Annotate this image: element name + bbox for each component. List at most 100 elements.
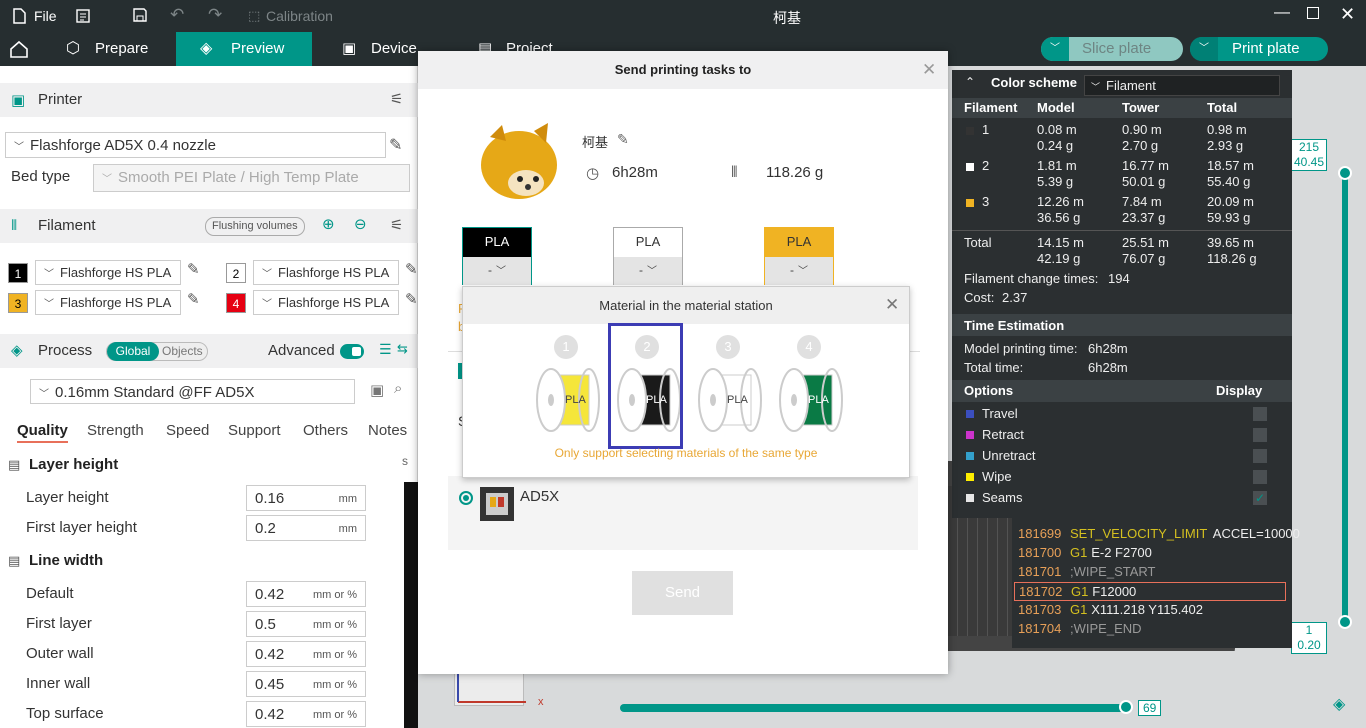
setting-input[interactable]: 0.5 mm or % [246,611,366,637]
setting-label: First layer [26,615,92,632]
setting-unit: mm or % [313,619,357,631]
process-preset-select[interactable]: ﹀ 0.16mm Standard @FF AD5X [30,379,355,404]
setting-input[interactable]: 0.45 mm or % [246,671,366,697]
dialog-filament-3[interactable]: PLA - ﹀ [764,227,834,285]
global-option[interactable]: Global [107,342,159,361]
undo-icon[interactable]: ↶ [170,5,184,25]
flushing-volumes-button[interactable]: Flushing volumes [205,217,305,236]
objects-option[interactable]: Objects [162,343,203,360]
clock-icon: ◷ [586,165,600,182]
save-icon[interactable] [132,7,148,23]
gcode-line: 181702 G1 F12000 [1014,582,1286,601]
legend-total-cell: 20.09 m 59.93 g [1207,194,1254,226]
file-icon[interactable] [12,8,26,24]
setting-input[interactable]: 0.2 mm [246,515,366,541]
dialog-close-icon[interactable]: ✕ [922,60,936,80]
layers-toggle-icon[interactable]: ◈ [1333,694,1345,714]
add-filament-icon[interactable]: ⊕ [322,215,335,233]
dialog-filament-1[interactable]: PLA - ﹀ [462,227,532,285]
option-retract-checkbox[interactable] [1253,428,1267,442]
option-travel-checkbox[interactable] [1253,407,1267,421]
process-compare-icon[interactable]: ⇆ [397,341,408,357]
option-travel: Travel [982,406,1018,421]
search-icon[interactable]: ⌕ [394,380,402,397]
settings-scrollbar[interactable] [404,482,418,728]
printer-select[interactable]: ﹀ Flashforge AD5X 0.4 nozzle [5,132,386,158]
filament-select-2[interactable]: ﹀ Flashforge HS PLA [253,260,399,285]
setting-input[interactable]: 0.42 mm or % [246,641,366,667]
option-wipe-checkbox[interactable] [1253,470,1267,484]
filament-slot-select[interactable]: - ﹀ [614,257,682,285]
option-swatch [966,452,974,460]
setting-input[interactable]: 0.42 mm or % [246,581,366,607]
subtab-quality[interactable]: Quality [17,422,68,443]
calibration-menu[interactable]: Calibration [266,8,333,24]
print-dropdown-icon[interactable]: ﹀ [1190,37,1218,61]
vertical-slider-bottom-thumb[interactable] [1338,615,1352,629]
bed-type-select[interactable]: ﹀ Smooth PEI Plate / High Temp Plate [93,164,410,192]
filament-slot-select[interactable]: - ﹀ [463,257,531,285]
setting-input[interactable]: 0.42 mm or % [246,701,366,727]
menu-icon[interactable] [75,8,91,24]
printer-settings-icon[interactable]: ⚟ [390,90,403,108]
subtab-strength[interactable]: Strength [87,422,144,439]
tab-device[interactable]: ▣ Device [340,32,430,66]
edit-filament-icon[interactable]: ✎ [405,290,418,308]
save-preset-icon[interactable]: ▣ [370,381,384,399]
filament-select-4[interactable]: ﹀ Flashforge HS PLA [253,290,399,315]
slice-plate-button[interactable]: ﹀ Slice plate [1041,37,1183,61]
spool-3[interactable]: PLA [695,367,763,433]
vertical-layer-slider[interactable] [1342,171,1348,623]
global-objects-toggle[interactable]: Global Objects [106,342,208,361]
remove-filament-icon[interactable]: ⊖ [354,215,367,233]
edit-filament-icon[interactable]: ✎ [405,260,418,278]
tab-preview[interactable]: ◈ Preview [176,32,312,66]
gcode-line-number: 181699 [1018,526,1062,541]
printer-radio[interactable] [459,491,473,505]
station-close-icon[interactable]: ✕ [885,295,899,315]
subtab-notes[interactable]: Notes [368,422,407,439]
filament-slot-select[interactable]: - ﹀ [765,257,833,285]
color-scheme-label: Color scheme [991,75,1077,90]
total-length: 39.65 m [1207,235,1254,250]
spool-4[interactable]: PLA [776,367,844,433]
horizontal-slider-thumb[interactable] [1119,700,1133,714]
subtab-others[interactable]: Others [303,422,348,439]
minimize-icon[interactable]: — [1274,4,1290,22]
slice-dropdown-icon[interactable]: ﹀ [1041,37,1069,61]
option-unretract: Unretract [982,448,1036,463]
option-unretract-checkbox[interactable] [1253,449,1267,463]
print-plate-button[interactable]: ﹀ Print plate [1190,37,1328,61]
filament-select-3[interactable]: ﹀ Flashforge HS PLA [35,290,181,315]
redo-icon[interactable]: ↷ [208,5,222,25]
advanced-toggle[interactable] [340,344,364,359]
edit-filament-icon[interactable]: ✎ [187,290,200,308]
filament-select-1[interactable]: ﹀ Flashforge HS PLA [35,260,181,285]
setting-unit: mm or % [313,649,357,661]
edit-filament-icon[interactable]: ✎ [187,260,200,278]
filament-id: 3 [982,194,990,209]
subtab-speed[interactable]: Speed [166,422,209,439]
home-icon[interactable] [9,40,29,58]
edit-printer-icon[interactable]: ✎ [389,135,402,155]
maximize-icon[interactable] [1307,7,1319,19]
gcode-viewer: 181699 SET_VELOCITY_LIMIT ACCEL=10000 18170… [1012,518,1300,648]
color-scheme-select[interactable]: ﹀ Filament [1084,75,1280,96]
collapse-icon[interactable]: ⌃ [965,75,975,89]
spool-1[interactable]: PLA [533,367,601,433]
tab-prepare[interactable]: ⬡ Prepare [58,32,176,66]
option-seams-checkbox[interactable]: ✓ [1253,491,1267,505]
chevron-down-icon: ﹀ [44,299,54,310]
process-icon: ◈ [11,342,23,359]
process-list-icon[interactable]: ☰ [379,341,392,358]
rename-icon[interactable]: ✎ [617,131,629,148]
subtab-support[interactable]: Support [228,422,281,439]
send-button[interactable]: Send [632,571,733,615]
dialog-filament-2[interactable]: PLA - ﹀ [613,227,683,285]
setting-input[interactable]: 0.16 mm [246,485,366,511]
file-menu[interactable]: File [34,8,57,24]
horizontal-layer-slider[interactable] [620,704,1130,712]
filament-settings-icon[interactable]: ⚟ [390,216,403,234]
close-icon[interactable]: ✕ [1340,4,1355,25]
vertical-slider-top-thumb[interactable] [1338,166,1352,180]
